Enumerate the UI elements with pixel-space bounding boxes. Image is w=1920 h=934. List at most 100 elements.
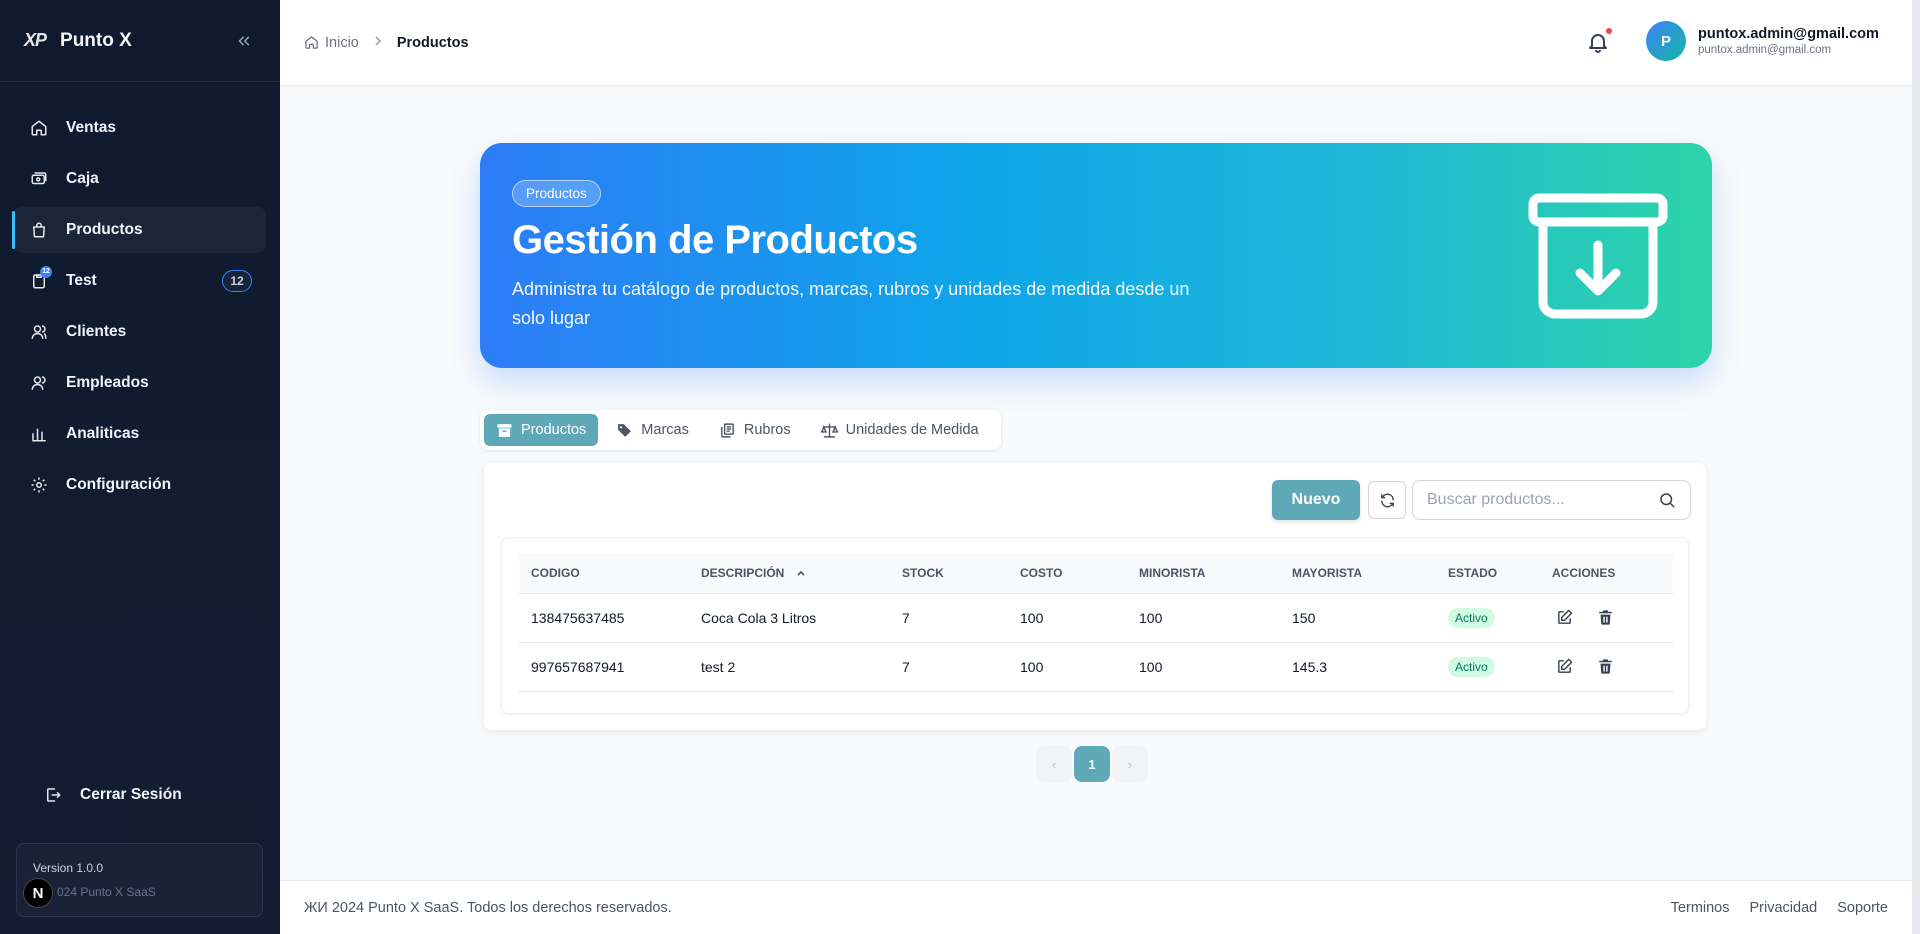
cell-descripcion: Coca Cola 3 Litros (689, 593, 890, 643)
refresh-icon (1380, 493, 1394, 507)
logout-label: Cerrar Sesión (80, 786, 182, 803)
delete-button[interactable] (1594, 655, 1618, 679)
new-product-button[interactable]: Nuevo (1272, 480, 1360, 520)
column-header-costo[interactable]: COSTO (1008, 553, 1127, 594)
table-row[interactable]: 997657687941 test 2 7 100 100 145.3 Acti… (519, 642, 1673, 692)
products-table-container: CODIGO DESCRIPCIÓN STOCK COSTO MINORISTA… (501, 537, 1689, 714)
cell-stock: 7 (890, 593, 1008, 643)
footer-links: Terminos Privacidad Soporte (1651, 900, 1888, 916)
column-header-descripcion[interactable]: DESCRIPCIÓN (689, 553, 890, 594)
footer-link-soporte[interactable]: Soporte (1837, 900, 1888, 916)
cell-descripcion: test 2 (689, 642, 890, 692)
search-icon[interactable] (1658, 491, 1676, 509)
bar-chart-icon (28, 423, 50, 445)
breadcrumb-home[interactable]: Inicio (304, 35, 359, 51)
status-badge: Activo (1448, 607, 1495, 628)
column-header-codigo[interactable]: CODIGO (519, 553, 689, 594)
sidebar-item-configuracion[interactable]: Configuración (14, 462, 266, 508)
sidebar: XP Punto X Ventas Caja Productos 12 Test… (0, 0, 280, 934)
sort-ascending-icon (797, 570, 805, 576)
tab-rubros[interactable]: Rubros (707, 414, 803, 446)
user-menu[interactable]: P puntox.admin@gmail.com puntox.admin@gm… (1646, 21, 1879, 61)
cell-minorista: 100 (1127, 642, 1280, 692)
search-input[interactable] (1427, 491, 1658, 509)
page-button[interactable]: 1 (1074, 746, 1110, 782)
sidebar-item-clientes[interactable]: Clientes (14, 309, 266, 355)
column-header-estado[interactable]: ESTADO (1436, 553, 1540, 594)
user-name: puntox.admin@gmail.com (1698, 26, 1879, 42)
sidebar-item-analiticas[interactable]: Analiticas (14, 411, 266, 457)
gear-icon (28, 474, 50, 496)
sidebar-item-test[interactable]: 12 Test 12 (14, 258, 266, 304)
notification-dot (1606, 28, 1612, 34)
edit-icon (1557, 658, 1572, 673)
refresh-button[interactable] (1368, 481, 1406, 519)
trash-icon (1599, 610, 1613, 625)
logout-button[interactable]: Cerrar Sesión (28, 772, 252, 818)
sidebar-item-label: Productos (66, 221, 143, 238)
column-header-label: DESCRIPCIÓN (701, 565, 785, 580)
users-icon (28, 321, 50, 343)
tab-productos[interactable]: Productos (484, 414, 599, 446)
collapse-sidebar-icon[interactable] (232, 29, 256, 53)
edit-button[interactable] (1552, 655, 1576, 679)
footer-link-privacidad[interactable]: Privacidad (1750, 900, 1818, 916)
table-row[interactable]: 138475637485 Coca Cola 3 Litros 7 100 10… (519, 593, 1673, 643)
version-text: Version 1.0.0 (33, 861, 104, 875)
footer-copyright: ЖИ 2024 Punto X SaaS. Todos los derechos… (304, 899, 672, 916)
column-header-stock[interactable]: STOCK (890, 553, 1008, 594)
tab-unidades-de-medida[interactable]: Unidades de Medida (809, 414, 991, 446)
column-header-mayorista[interactable]: MAYORISTA (1280, 553, 1436, 594)
avatar: P (1646, 21, 1686, 61)
breadcrumb-home-label: Inicio (325, 34, 359, 51)
tab-label: Productos (521, 422, 587, 438)
edit-icon (1557, 609, 1572, 624)
logout-icon (42, 784, 64, 806)
shopping-bag-icon (28, 219, 50, 241)
brand-logo: XP (24, 30, 47, 50)
sidebar-item-productos[interactable]: Productos (12, 207, 266, 253)
cell-acciones (1540, 642, 1673, 692)
sidebar-item-caja[interactable]: Caja (14, 156, 266, 202)
tab-label: Rubros (743, 422, 791, 438)
brand-name: Punto X (60, 29, 132, 51)
test-mini-badge: 12 (40, 266, 52, 278)
cell-mayorista: 145.3 (1280, 642, 1436, 692)
cell-mayorista: 150 (1280, 593, 1436, 643)
cell-minorista: 100 (1127, 593, 1280, 643)
breadcrumb-current: Productos (396, 34, 469, 51)
tab-marcas[interactable]: Marcas (604, 414, 701, 446)
documents-icon (720, 422, 734, 438)
prev-page-button[interactable]: ‹ (1036, 746, 1072, 782)
sidebar-item-ventas[interactable]: Ventas (14, 105, 266, 151)
n-badge-button[interactable]: N (23, 878, 53, 908)
cell-codigo: 138475637485 (519, 593, 689, 643)
sidebar-brand: XP Punto X (0, 0, 280, 82)
cell-costo: 100 (1008, 593, 1127, 643)
edit-button[interactable] (1552, 606, 1576, 630)
sidebar-item-empleados[interactable]: Empleados (14, 360, 266, 406)
page-scrollbar[interactable] (1912, 0, 1920, 934)
breadcrumb: Inicio Productos (304, 35, 469, 51)
sidebar-item-label: Caja (66, 170, 99, 187)
trash-icon (1599, 659, 1613, 674)
home-icon (305, 36, 318, 49)
status-badge: Activo (1448, 656, 1495, 677)
sidebar-item-label: Test (66, 272, 97, 289)
sidebar-item-label: Empleados (66, 374, 149, 391)
search-box (1412, 480, 1691, 520)
column-header-minorista[interactable]: MINORISTA (1127, 553, 1280, 594)
archive-download-icon (1528, 193, 1668, 319)
user-email: puntox.admin@gmail.com (1698, 44, 1832, 56)
clipboard-icon: 12 (28, 266, 52, 292)
notifications-bell-icon[interactable] (1586, 28, 1612, 54)
footer-link-terminos[interactable]: Terminos (1671, 900, 1730, 916)
products-card: Nuevo CODIGO DESCRIPCIÓN STOCK COSTO MIN… (484, 463, 1706, 730)
delete-button[interactable] (1594, 606, 1618, 630)
tab-label: Unidades de Medida (845, 422, 979, 438)
sidebar-item-label: Analiticas (66, 425, 140, 442)
table-header-row: CODIGO DESCRIPCIÓN STOCK COSTO MINORISTA… (519, 553, 1673, 594)
next-page-button[interactable]: › (1112, 746, 1148, 782)
cell-estado: Activo (1436, 593, 1540, 643)
sidebar-item-label: Configuración (66, 476, 172, 493)
